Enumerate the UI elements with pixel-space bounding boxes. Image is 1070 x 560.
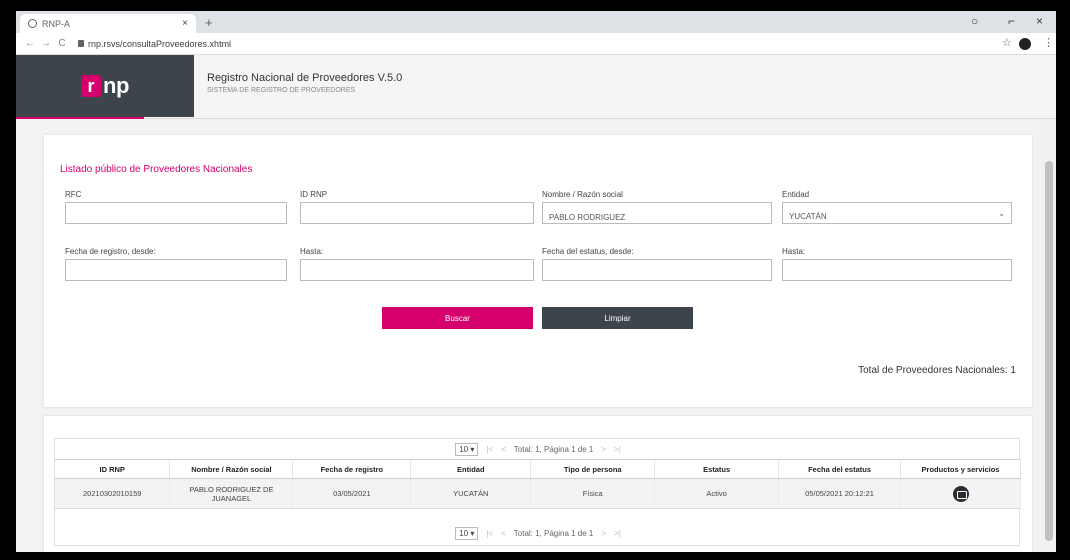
column-header[interactable]: Fecha del estatus (778, 459, 902, 479)
star-icon[interactable]: ☆ (1002, 36, 1012, 49)
forward-icon[interactable]: → (38, 38, 54, 49)
entidad-label: Entidad (782, 190, 810, 199)
app-header: r np Registro Nacional de Proveedores V.… (16, 55, 1056, 120)
column-header[interactable]: Tipo de persona (530, 459, 656, 479)
window-close-icon[interactable]: × (1036, 14, 1043, 28)
column-header[interactable]: Entidad (410, 459, 532, 479)
page-size-select-bottom[interactable]: 10 ▾ (455, 526, 479, 540)
id-rnp-label: ID RNP (300, 190, 328, 199)
column-header[interactable]: Productos y servicios (900, 459, 1021, 479)
chevron-down-icon: ⌄ (998, 209, 1005, 218)
rfc-input[interactable] (65, 202, 287, 224)
app-subtitle: SISTEMA DE REGISTRO DE PROVEEDORES (207, 87, 356, 94)
table-cell: PABLO RODRIGUEZ DE JUANAGEL (169, 478, 294, 509)
limpiar-button[interactable]: Limpiar (542, 307, 693, 329)
first-page-button-bottom[interactable]: |< (486, 529, 493, 538)
first-page-button[interactable]: |< (486, 445, 493, 454)
page-scrollbar[interactable] (1042, 119, 1056, 552)
nombre-label: Nombre / Razón social (542, 190, 623, 199)
fecha-estatus-label: Fecha del estatus, desde: (542, 247, 634, 256)
briefcase-icon[interactable] (952, 485, 969, 502)
lock-icon (78, 40, 84, 47)
entidad-value: YUCATÁN (789, 212, 827, 221)
prev-page-button[interactable]: < (501, 445, 506, 454)
column-header[interactable]: Nombre / Razón social (169, 459, 294, 479)
table-header-row: ID RNP Nombre / Razón social Fecha de re… (55, 459, 1021, 479)
logo-mark: r (81, 75, 102, 97)
menu-icon[interactable]: ⋮ (1043, 36, 1054, 49)
fecha-registro-label: Fecha de registro, desde: (65, 247, 156, 256)
url-field[interactable]: rnp.rsvs/consultaProveedores.xhtml (78, 39, 231, 49)
hasta-estatus-label: Hasta: (782, 247, 806, 256)
total-proveedores: Total de Proveedores Nacionales: 1 (858, 365, 1016, 376)
minimize-icon[interactable]: ○ (971, 14, 978, 28)
products-cell (900, 478, 1021, 509)
pager-summary-bottom: Total: 1, Página 1 de 1 (513, 528, 594, 538)
table-cell: Física (530, 478, 656, 509)
entidad-select[interactable]: YUCATÁN ⌄ (782, 202, 1012, 224)
hasta-registro-label: Hasta: (300, 247, 324, 256)
new-tab-button[interactable]: + (205, 15, 213, 30)
buscar-button[interactable]: Buscar (382, 307, 533, 329)
rfc-label: RFC (65, 190, 82, 199)
next-page-button-bottom[interactable]: > (601, 529, 606, 538)
close-tab-icon[interactable]: × (182, 18, 188, 29)
prev-page-button-bottom[interactable]: < (501, 529, 506, 538)
address-bar: ← → C rnp.rsvs/consultaProveedores.xhtml… (16, 33, 1056, 55)
hasta-estatus-input[interactable] (782, 259, 1012, 281)
browser-tab[interactable]: RNP-A × (20, 14, 196, 33)
pager-bottom: 10 ▾ |< < Total: 1, Página 1 de 1 > >| (55, 523, 1021, 543)
logo[interactable]: r np (16, 55, 194, 117)
page-size-select[interactable]: 10 ▾ (455, 442, 479, 456)
table-cell: 20210302010159 (55, 478, 171, 509)
column-header[interactable]: ID RNP (55, 459, 171, 479)
profile-avatar[interactable] (1019, 38, 1031, 53)
app-title: Registro Nacional de Proveedores V.5.0 (207, 72, 403, 84)
logo-text: np (103, 73, 129, 98)
tab-bar: RNP-A × + ○ ⌐ × (16, 11, 1056, 33)
table-cell: YUCATÁN (410, 478, 532, 509)
restore-icon[interactable]: ⌐ (1008, 14, 1015, 28)
column-header[interactable]: Estatus (654, 459, 780, 479)
fecha-estatus-input[interactable] (542, 259, 772, 281)
scrollbar-thumb[interactable] (1045, 161, 1053, 541)
last-page-button[interactable]: >| (614, 445, 621, 454)
panel-title: Listado público de Proveedores Nacionale… (60, 164, 253, 175)
last-page-button-bottom[interactable]: >| (614, 529, 621, 538)
next-page-button[interactable]: > (601, 445, 606, 454)
browser-window: RNP-A × + ○ ⌐ × ← → C rnp.rsvs/consultaP… (16, 11, 1056, 552)
table-cell: 05/05/2021 20:12:21 (778, 478, 902, 509)
globe-icon (28, 19, 37, 28)
results-table: ID RNP Nombre / Razón social Fecha de re… (55, 459, 1021, 509)
hasta-registro-input[interactable] (300, 259, 534, 281)
nombre-input[interactable] (542, 202, 772, 224)
search-panel: Listado público de Proveedores Nacionale… (44, 135, 1032, 407)
fecha-registro-input[interactable] (65, 259, 287, 281)
results-panel: 10 ▾ |< < Total: 1, Página 1 de 1 > >| I… (44, 416, 1032, 552)
table-cell: Activo (654, 478, 780, 509)
column-header[interactable]: Fecha de registro (292, 459, 412, 479)
table-row[interactable]: 20210302010159 PABLO RODRIGUEZ DE JUANAG… (55, 478, 1021, 509)
tab-title: RNP-A (42, 18, 71, 29)
results-table-container: 10 ▾ |< < Total: 1, Página 1 de 1 > >| I… (54, 438, 1021, 546)
pager-summary: Total: 1, Página 1 de 1 (513, 444, 594, 454)
url-text: rnp.rsvs/consultaProveedores.xhtml (88, 38, 232, 49)
reload-icon[interactable]: C (54, 38, 70, 49)
back-icon[interactable]: ← (22, 38, 38, 49)
table-cell: 03/05/2021 (292, 478, 412, 509)
id-rnp-input[interactable] (300, 202, 534, 224)
pager-top: 10 ▾ |< < Total: 1, Página 1 de 1 > >| (55, 439, 1021, 459)
main-content: Listado público de Proveedores Nacionale… (16, 119, 1042, 552)
